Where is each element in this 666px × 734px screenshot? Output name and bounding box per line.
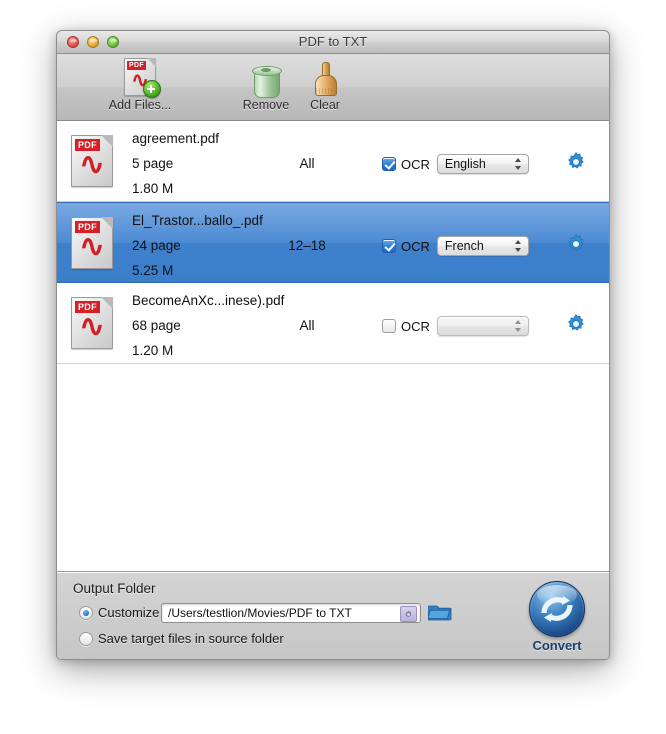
ocr-language-select[interactable]: English — [436, 154, 529, 174]
output-path-value: /Users/testlion/Movies/PDF to TXT — [168, 606, 352, 620]
customize-radio[interactable] — [79, 606, 93, 620]
ocr-language-value: French — [444, 239, 484, 253]
page-range[interactable]: All — [237, 318, 377, 333]
ocr-language-select[interactable]: French — [436, 236, 529, 256]
ocr-checkbox[interactable] — [382, 157, 396, 171]
pdf-file-icon: PDF ∿ — [71, 217, 113, 269]
file-size: 1.20 M — [132, 343, 174, 358]
add-files-icon: PDF ∿ — [87, 58, 193, 98]
file-page-count: 68 page — [132, 318, 181, 333]
pdf-file-icon: PDF ∿ — [71, 135, 113, 187]
ocr-language-value: English — [444, 157, 486, 171]
title-bar: PDF to TXT — [57, 31, 609, 54]
file-name: BecomeAnXc...inese).pdf — [132, 293, 285, 308]
file-size: 5.25 M — [132, 263, 174, 278]
broom-icon — [284, 58, 366, 96]
file-name: El_Trastor...ballo_.pdf — [132, 213, 263, 228]
ocr-group: OCR English — [382, 154, 529, 174]
toolbar: PDF ∿ Add Files... Remove Clear — [57, 54, 609, 121]
output-folder-title: Output Folder — [73, 581, 156, 596]
ocr-checkbox[interactable] — [382, 239, 396, 253]
convert-icon — [529, 581, 585, 637]
page-range[interactable]: 12–18 — [237, 238, 377, 253]
settings-gear-icon[interactable] — [565, 313, 587, 335]
browse-folder-icon[interactable] — [427, 602, 452, 622]
ocr-checkbox[interactable] — [382, 319, 396, 333]
file-list[interactable]: PDF ∿ agreement.pdf 5 page 1.80 M All OCR… — [57, 121, 609, 572]
settings-gear-icon[interactable] — [565, 151, 587, 173]
output-path-input[interactable]: /Users/testlion/Movies/PDF to TXT — [161, 603, 421, 623]
source-folder-label: Save target files in source folder — [98, 631, 284, 646]
path-settings-icon[interactable] — [400, 606, 417, 622]
window-title: PDF to TXT — [298, 34, 368, 49]
table-row[interactable]: PDF ∿ agreement.pdf 5 page 1.80 M All OCR… — [57, 121, 609, 202]
file-name: agreement.pdf — [132, 131, 220, 146]
ocr-label: OCR — [401, 156, 430, 172]
page-range[interactable]: All — [237, 156, 377, 171]
file-size: 1.80 M — [132, 181, 174, 196]
stepper-arrows-icon — [514, 239, 522, 253]
source-folder-radio[interactable] — [79, 632, 93, 646]
convert-label: Convert — [532, 638, 582, 653]
add-files-label: Add Files... — [108, 98, 172, 112]
table-row[interactable]: PDF ∿ El_Trastor...ballo_.pdf 24 page 5.2… — [57, 202, 609, 283]
file-page-count: 5 page — [132, 156, 174, 171]
stepper-arrows-icon — [514, 319, 522, 333]
pdf-file-icon: PDF ∿ — [71, 297, 113, 349]
convert-button[interactable]: Convert — [521, 581, 593, 653]
customize-label: Customize — [98, 605, 160, 620]
output-folder-panel: Output Folder Customize /Users/testlion/… — [57, 572, 609, 659]
ocr-group: OCR French — [382, 236, 529, 256]
ocr-label: OCR — [401, 238, 430, 254]
table-row[interactable]: PDF ∿ BecomeAnXc...inese).pdf 68 page 1.2… — [57, 283, 609, 364]
clear-label: Clear — [310, 98, 340, 112]
stepper-arrows-icon — [514, 157, 522, 171]
settings-gear-icon[interactable] — [565, 233, 587, 255]
app-window: PDF to TXT PDF ∿ Add Files... Remove Cle… — [56, 30, 610, 660]
ocr-language-select[interactable] — [436, 316, 529, 336]
file-page-count: 24 page — [132, 238, 181, 253]
add-files-button[interactable]: PDF ∿ Add Files... — [87, 58, 193, 112]
clear-button[interactable]: Clear — [284, 58, 366, 112]
ocr-group: OCR — [382, 316, 529, 336]
ocr-label: OCR — [401, 318, 430, 334]
